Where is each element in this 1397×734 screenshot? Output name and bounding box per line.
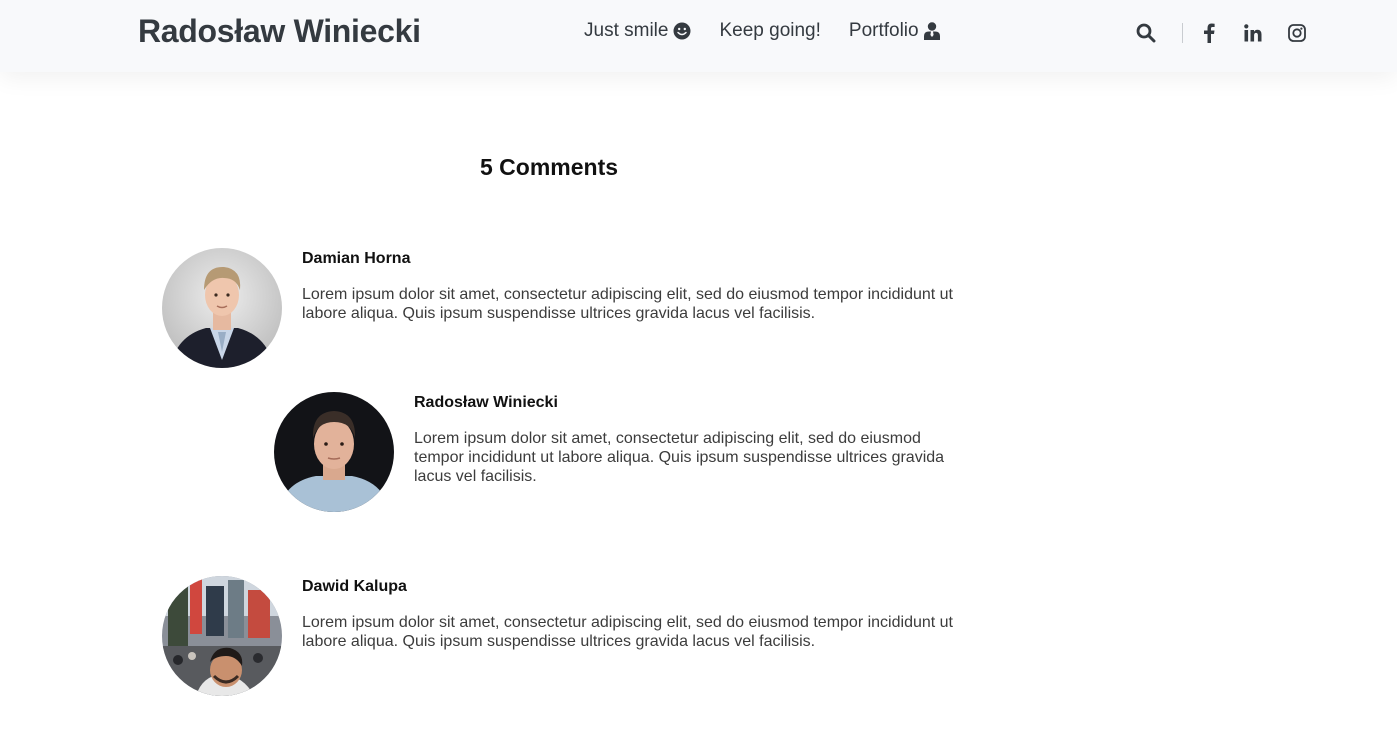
smile-icon: [673, 22, 691, 40]
comment-text: Lorem ipsum dolor sit amet, consectetur …: [302, 286, 953, 322]
search-icon[interactable]: [1136, 23, 1156, 43]
avatar: [274, 392, 394, 512]
comment-reply-item: Radosław Winiecki Lorem ipsum dolor sit …: [274, 392, 974, 512]
brand-logo-text[interactable]: Radosław Winiecki: [138, 13, 421, 50]
comment-author: Damian Horna: [302, 250, 411, 267]
comment-text: Lorem ipsum dolor sit amet, consectetur …: [414, 430, 945, 485]
nav-item-keep-going[interactable]: Keep going!: [719, 20, 820, 42]
nav-item-label: Portfolio: [848, 20, 919, 41]
facebook-icon[interactable]: [1199, 23, 1219, 43]
social-links: [1199, 23, 1307, 43]
comments-count-heading: 5 Comments: [480, 154, 619, 180]
nav-item-just-smile[interactable]: Just smile: [584, 20, 691, 42]
avatar: [162, 248, 282, 368]
nav-actions: [1136, 20, 1307, 46]
navbar: Radosław Winiecki Just smile Keep going!…: [0, 0, 1397, 72]
user-tie-icon: [923, 22, 940, 40]
nav-item-label: Just smile: [584, 20, 669, 41]
nav-item-label: Keep going!: [719, 20, 821, 41]
linkedin-icon[interactable]: [1243, 23, 1263, 43]
comment-author: Dawid Kalupa: [302, 578, 407, 595]
comment-author: Radosław Winiecki: [414, 394, 558, 411]
comment-item: Dawid Kalupa Lorem ipsum dolor sit amet,…: [162, 576, 982, 696]
instagram-icon[interactable]: [1287, 23, 1307, 43]
comment-item: Damian Horna Lorem ipsum dolor sit amet,…: [162, 248, 982, 368]
nav-divider: [1182, 23, 1183, 43]
avatar: [162, 576, 282, 696]
nav-item-portfolio[interactable]: Portfolio: [849, 20, 940, 42]
comment-text: Lorem ipsum dolor sit amet, consectetur …: [302, 614, 953, 650]
main-nav: Just smile Keep going! Portfolio: [584, 20, 940, 42]
